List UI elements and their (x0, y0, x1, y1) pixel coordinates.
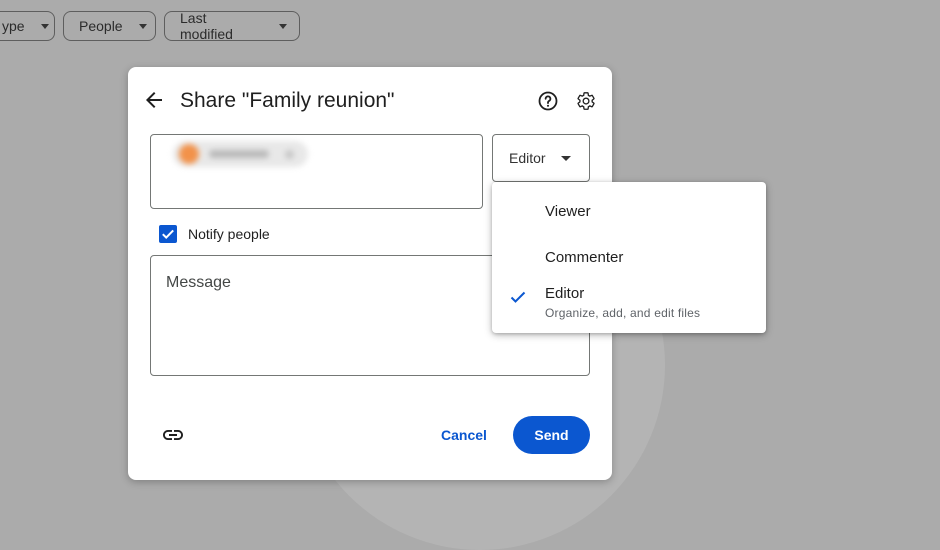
people-filter-label: People (79, 18, 123, 34)
role-menu: Viewer Commenter Editor Organize, add, a… (492, 182, 766, 333)
dropdown-arrow-icon (40, 23, 49, 29)
dropdown-arrow-icon (279, 23, 287, 29)
check-icon (510, 291, 526, 303)
arrow-back-icon[interactable] (142, 88, 166, 112)
menu-item-description: Organize, add, and edit files (545, 306, 701, 320)
menu-item-commenter[interactable]: Commenter (492, 228, 766, 274)
remove-person-icon (285, 150, 294, 159)
person-chip-redacted[interactable] (173, 141, 308, 167)
redacted-name (209, 150, 269, 158)
menu-item-label: Editor (545, 285, 585, 302)
type-filter-label: ype (2, 18, 25, 34)
dropdown-arrow-icon (560, 155, 571, 161)
link-icon[interactable] (161, 423, 185, 447)
send-button[interactable]: Send (513, 416, 590, 454)
help-icon[interactable] (536, 89, 560, 113)
message-placeholder: Message (166, 274, 231, 291)
dropdown-arrow-icon (138, 23, 147, 29)
notify-people-label: Notify people (188, 226, 270, 242)
notify-people-checkbox[interactable] (159, 225, 177, 243)
last-modified-filter-chip[interactable]: Last modified (164, 10, 300, 42)
last-modified-filter-label: Last modified (180, 10, 233, 42)
menu-item-label: Viewer (545, 203, 591, 220)
menu-item-label: Commenter (545, 249, 624, 266)
menu-item-viewer[interactable]: Viewer (492, 182, 766, 228)
role-dropdown-button[interactable]: Editor (492, 134, 590, 182)
role-dropdown-label: Editor (509, 150, 546, 166)
people-filter-chip[interactable]: People (63, 11, 156, 41)
menu-item-editor[interactable]: Editor Organize, add, and edit files (492, 274, 766, 333)
gear-icon[interactable] (574, 89, 598, 113)
dialog-title: Share "Family reunion" (180, 89, 395, 112)
avatar (179, 144, 199, 164)
add-people-input[interactable] (150, 134, 483, 209)
checkmark-icon (162, 229, 174, 240)
type-filter-chip[interactable]: ype (0, 11, 55, 41)
cancel-button[interactable]: Cancel (428, 416, 500, 454)
